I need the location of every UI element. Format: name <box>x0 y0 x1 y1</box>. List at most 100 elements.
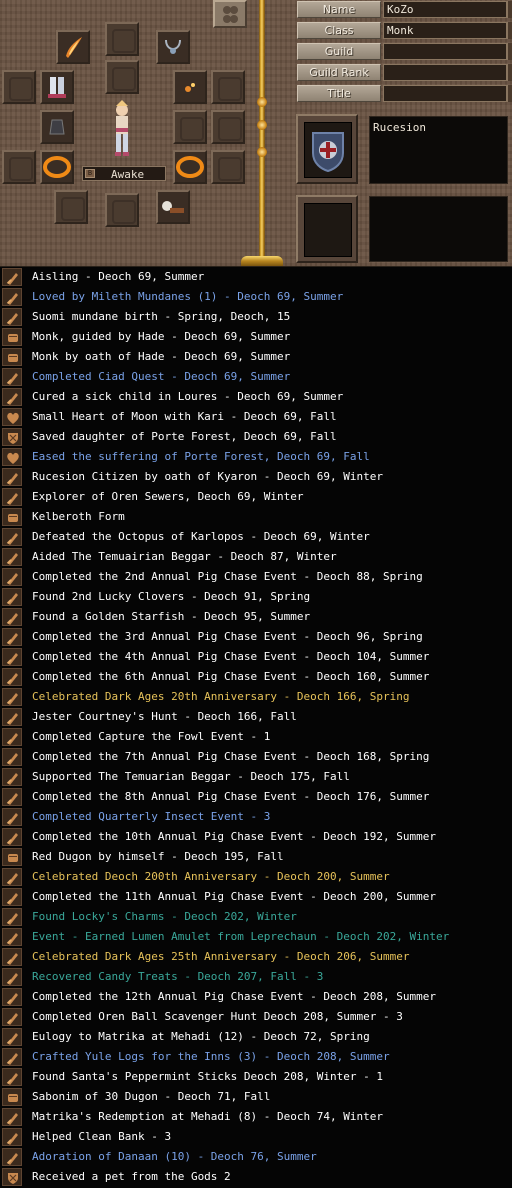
legend-row[interactable]: Completed the 3rd Annual Pig Chase Event… <box>0 627 512 647</box>
skull-slot[interactable] <box>156 190 190 224</box>
head-accessory-slot[interactable] <box>173 70 207 104</box>
helmet-slot[interactable] <box>105 22 139 56</box>
heart-mark-icon <box>2 408 22 426</box>
legend-row[interactable]: Kelberoth Form <box>0 507 512 527</box>
legend-row[interactable]: Sabonim of 30 Dugon - Deoch 71, Fall <box>0 1087 512 1107</box>
legend-row[interactable]: Red Dugon by himself - Deoch 195, Fall <box>0 847 512 867</box>
legend-row[interactable]: Received a pet from the Gods 2 <box>0 1167 512 1187</box>
legend-row[interactable]: Helped Clean Bank - 3 <box>0 1127 512 1147</box>
legend-text: Jester Courtney's Hunt - Deoch 166, Fall <box>32 710 297 723</box>
guild-label: Guild <box>297 43 381 60</box>
legend-text: Celebrated Deoch 200th Anniversary - Deo… <box>32 870 390 883</box>
sword-mark-icon <box>2 988 22 1006</box>
legend-row[interactable]: Completed the 2nd Annual Pig Chase Event… <box>0 567 512 587</box>
legend-row[interactable]: Adoration of Danaan (10) - Deoch 76, Sum… <box>0 1147 512 1167</box>
shield-slot[interactable] <box>2 70 36 104</box>
legend-row[interactable]: Cured a sick child in Loures - Deoch 69,… <box>0 387 512 407</box>
legend-text: Completed Quarterly Insect Event - 3 <box>32 810 271 823</box>
sword-mark-icon <box>2 568 22 586</box>
sword-mark-icon <box>2 388 22 406</box>
necklace-slot[interactable] <box>156 30 190 64</box>
earring-slot[interactable] <box>105 60 139 94</box>
legend-row[interactable]: Completed Ciad Quest - Deoch 69, Summer <box>0 367 512 387</box>
legend-row[interactable]: Loved by Mileth Mundanes (1) - Deoch 69,… <box>0 287 512 307</box>
fist-mark-icon <box>2 1088 22 1106</box>
legend-row[interactable]: Monk by oath of Hade - Deoch 69, Summer <box>0 347 512 367</box>
skull-icon <box>162 201 184 213</box>
sword-mark-icon <box>2 268 22 286</box>
sword-mark-icon <box>2 288 22 306</box>
legend-row[interactable]: Matrika's Redemption at Mehadi (8) - Deo… <box>0 1107 512 1127</box>
sword-mark-icon <box>2 1028 22 1046</box>
stars-icon <box>185 83 195 92</box>
legend-row[interactable]: Celebrated Dark Ages 25th Anniversary - … <box>0 947 512 967</box>
legend-row[interactable]: Completed the 7th Annual Pig Chase Event… <box>0 747 512 767</box>
legend-row[interactable]: Explorer of Oren Sewers, Deoch 69, Winte… <box>0 487 512 507</box>
group-toggle-button[interactable] <box>213 0 247 28</box>
legend-row[interactable]: Recovered Candy Treats - Deoch 207, Fall… <box>0 967 512 987</box>
guild-emblem <box>304 203 352 257</box>
legend-row[interactable]: Found 2nd Lucky Clovers - Deoch 91, Spri… <box>0 587 512 607</box>
belt-slot[interactable] <box>2 150 36 184</box>
legend-row[interactable]: Completed the 10th Annual Pig Chase Even… <box>0 827 512 847</box>
legend-marks-list[interactable]: Aisling - Deoch 69, Summer Loved by Milet… <box>0 266 512 1188</box>
title-field[interactable] <box>383 85 507 102</box>
accessory2-slot[interactable] <box>54 190 88 224</box>
legend-row[interactable]: Event - Earned Lumen Amulet from Leprech… <box>0 927 512 947</box>
legend-row[interactable]: Eased the suffering of Porte Forest, Deo… <box>0 447 512 467</box>
sword-mark-icon <box>2 1108 22 1126</box>
legend-row[interactable]: Small Heart of Moon with Kari - Deoch 69… <box>0 407 512 427</box>
legend-row[interactable]: Completed Quarterly Insect Event - 3 <box>0 807 512 827</box>
sword-mark-icon <box>2 928 22 946</box>
accessory-slot[interactable] <box>173 110 207 144</box>
legend-row[interactable]: Celebrated Deoch 200th Anniversary - Deo… <box>0 867 512 887</box>
legend-row[interactable]: Completed Oren Ball Scavenger Hunt Deoch… <box>0 1007 512 1027</box>
legend-row[interactable]: Completed the 11th Annual Pig Chase Even… <box>0 887 512 907</box>
overcoat-slot[interactable] <box>211 150 245 184</box>
legend-row[interactable]: Crafted Yule Logs for the Inns (3) - Deo… <box>0 1047 512 1067</box>
sword-mark-icon <box>2 1008 22 1026</box>
left-ring-slot[interactable] <box>40 150 74 184</box>
greaves-slot[interactable] <box>211 110 245 144</box>
legend-row[interactable]: Found Santa's Peppermint Sticks Deoch 20… <box>0 1067 512 1087</box>
sword-mark-icon <box>2 548 22 566</box>
legend-row[interactable]: Jester Courtney's Hunt - Deoch 166, Fall <box>0 707 512 727</box>
legend-row[interactable]: Completed the 8th Annual Pig Chase Event… <box>0 787 512 807</box>
legend-row[interactable]: Rucesion Citizen by oath of Kyaron - Deo… <box>0 467 512 487</box>
legend-row[interactable]: Completed Capture the Fowl Event - 1 <box>0 727 512 747</box>
legend-text: Aisling - Deoch 69, Summer <box>32 270 205 283</box>
legend-row[interactable]: Completed the 4th Annual Pig Chase Event… <box>0 647 512 667</box>
legend-row[interactable]: Monk, guided by Hade - Deoch 69, Summer <box>0 327 512 347</box>
legend-row[interactable]: Found a Golden Starfish - Deoch 95, Summ… <box>0 607 512 627</box>
legend-row[interactable]: Supported The Temuarian Beggar - Deoch 1… <box>0 767 512 787</box>
legend-text: Kelberoth Form <box>32 510 125 523</box>
ring-icon <box>43 156 71 178</box>
sword-mark-icon <box>2 628 22 646</box>
weapon-slot[interactable] <box>56 30 90 64</box>
legend-row[interactable]: Celebrated Dark Ages 20th Anniversary - … <box>0 687 512 707</box>
legend-text: Found 2nd Lucky Clovers - Deoch 91, Spri… <box>32 590 311 603</box>
legend-row[interactable]: Aisling - Deoch 69, Summer <box>0 267 512 287</box>
legend-row[interactable]: Saved daughter of Porte Forest, Deoch 69… <box>0 427 512 447</box>
boots-slot[interactable] <box>40 70 74 104</box>
legend-row[interactable]: Found Locky's Charms - Deoch 202, Winter <box>0 907 512 927</box>
flame-sword-icon <box>66 37 82 58</box>
sword-mark-icon <box>2 708 22 726</box>
legend-row[interactable]: Aided The Temuairian Beggar - Deoch 87, … <box>0 547 512 567</box>
legend-text: Monk by oath of Hade - Deoch 69, Summer <box>32 350 291 363</box>
right-ring-slot[interactable] <box>173 150 207 184</box>
legend-text: Helped Clean Bank - 3 <box>32 1130 172 1143</box>
legend-row[interactable]: Completed the 12th Annual Pig Chase Even… <box>0 987 512 1007</box>
sword-mark-icon <box>2 648 22 666</box>
accessory3-slot[interactable] <box>105 193 139 227</box>
legend-row[interactable]: Completed the 6th Annual Pig Chase Event… <box>0 667 512 687</box>
status-text: Awake <box>111 168 145 181</box>
gauntlet-slot[interactable] <box>40 110 74 144</box>
legend-row[interactable]: Defeated the Octopus of Karlopos - Deoch… <box>0 527 512 547</box>
armor-slot[interactable] <box>211 70 245 104</box>
legend-row[interactable]: Suomi mundane birth - Spring, Deoch, 15 <box>0 307 512 327</box>
legend-row[interactable]: Eulogy to Matrika at Mehadi (12) - Deoch… <box>0 1027 512 1047</box>
legend-text: Explorer of Oren Sewers, Deoch 69, Winte… <box>32 490 304 503</box>
legend-text: Aided The Temuairian Beggar - Deoch 87, … <box>32 550 337 563</box>
guild-emblem-frame <box>296 195 358 263</box>
